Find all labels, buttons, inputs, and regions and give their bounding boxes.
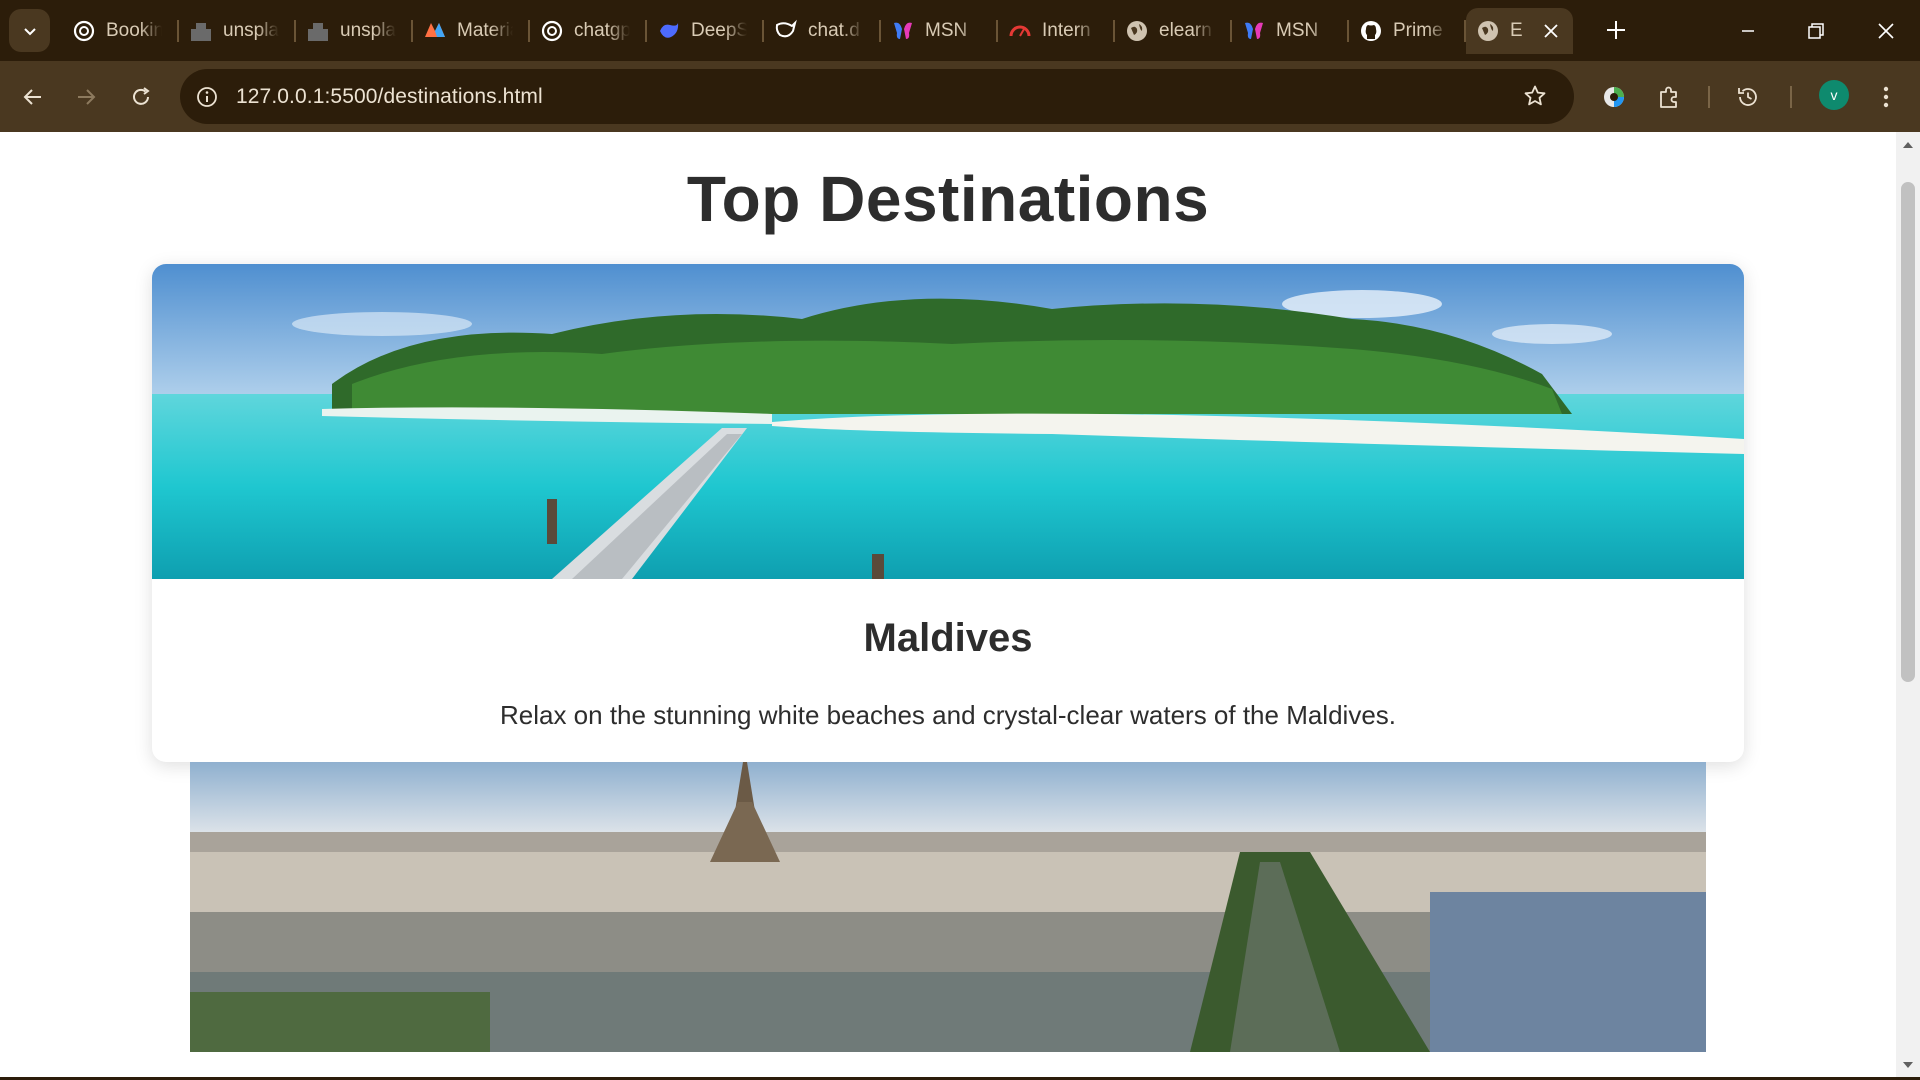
minimize-button[interactable]	[1714, 0, 1782, 61]
msn-icon	[891, 19, 915, 43]
tab-2[interactable]: unsplash	[179, 8, 296, 54]
plus-icon	[1607, 21, 1625, 39]
close-icon	[1878, 22, 1894, 39]
tab-title: chat.d	[808, 20, 860, 41]
tab-title: Prime	[1393, 20, 1443, 41]
scroll-down-arrow-icon[interactable]	[1896, 1054, 1920, 1078]
address-bar[interactable]: 127.0.0.1:5500/destinations.html	[180, 69, 1574, 124]
github-icon	[1359, 19, 1383, 43]
unsplash-icon	[189, 19, 213, 43]
page-title: Top Destinations	[686, 163, 1210, 235]
tab-3[interactable]: unsplash	[296, 8, 413, 54]
destination-description: Relax on the stunning white beaches and …	[499, 700, 1397, 730]
tab-title: MSN	[1276, 20, 1319, 41]
toolbar-divider	[1790, 86, 1792, 108]
arrow-right-icon	[78, 89, 96, 105]
reload-icon	[133, 87, 150, 105]
globe-icon	[1125, 19, 1149, 43]
tab-list: Booking unsplash unsplash Material chatgpt De…	[62, 8, 1573, 54]
tab-7[interactable]: chat.d	[764, 8, 881, 54]
page-scrollbar[interactable]	[1896, 132, 1920, 1078]
tab-title: chatgpt	[574, 20, 630, 41]
tab-title: DeepSeek	[691, 20, 747, 41]
tab-title: unsplash	[223, 20, 279, 41]
browser-tabstrip: Booking unsplash unsplash Material chatgpt De…	[0, 0, 1920, 61]
maldives-beach-image	[152, 264, 1744, 579]
extensions-puzzle-icon[interactable]	[1651, 79, 1687, 115]
destination-name: Maldives	[863, 616, 1033, 660]
paris-cityscape-image	[190, 762, 1706, 1052]
unsplash-icon	[306, 19, 330, 43]
reload-button[interactable]	[123, 79, 159, 115]
globe-icon	[1476, 19, 1500, 43]
tab-title: Booking	[106, 20, 162, 41]
tab-title: elearn	[1159, 20, 1212, 41]
history-icon[interactable]	[1730, 79, 1766, 115]
tab-title: E	[1510, 20, 1523, 41]
forward-button[interactable]	[68, 79, 104, 115]
chevron-down-icon	[23, 27, 36, 35]
tab-search-button[interactable]	[9, 9, 50, 52]
msn-icon	[1242, 19, 1266, 43]
tab-8[interactable]: MSN	[881, 8, 998, 54]
new-tab-button[interactable]	[1598, 12, 1634, 48]
site-info-icon[interactable]	[192, 82, 222, 112]
openai-icon	[72, 19, 96, 43]
scroll-up-arrow-icon[interactable]	[1896, 132, 1920, 156]
bookmark-star-icon[interactable]	[1520, 81, 1550, 111]
tab-title: unsplash	[340, 20, 396, 41]
restore-icon	[1808, 22, 1824, 39]
close-window-button[interactable]	[1852, 0, 1920, 61]
page-viewport: Top Destinations Maldives Relax on the s…	[0, 132, 1896, 1078]
tab-5[interactable]: chatgpt	[530, 8, 647, 54]
tab-9[interactable]: Intern	[998, 8, 1115, 54]
back-button[interactable]	[15, 79, 51, 115]
tab-1[interactable]: Booking	[62, 8, 179, 54]
destination-card: Maldives Relax on the stunning white bea…	[152, 264, 1744, 762]
menu-kebab-icon[interactable]	[1868, 79, 1904, 115]
tab-title: MSN	[925, 20, 968, 41]
gauge-icon	[1008, 19, 1032, 43]
arrow-left-icon	[23, 89, 41, 105]
tab-11[interactable]: MSN	[1232, 8, 1349, 54]
tab-12[interactable]: Prime	[1349, 8, 1466, 54]
tab-10[interactable]: elearn	[1115, 8, 1232, 54]
restore-button[interactable]	[1782, 0, 1850, 61]
tab-title: Material	[457, 20, 513, 41]
tab-4[interactable]: Material	[413, 8, 530, 54]
profile-avatar[interactable]: v	[1819, 80, 1849, 110]
scrollbar-thumb[interactable]	[1901, 182, 1915, 682]
minimize-icon	[1742, 29, 1754, 32]
extension-colorful-icon[interactable]	[1596, 79, 1632, 115]
url-text: 127.0.0.1:5500/destinations.html	[236, 84, 543, 108]
tab-active[interactable]: E	[1466, 8, 1573, 54]
tab-6[interactable]: DeepSeek	[647, 8, 764, 54]
browser-toolbar: 127.0.0.1:5500/destinations.html	[0, 61, 1920, 132]
toolbar-divider	[1708, 86, 1710, 108]
material-icon	[423, 19, 447, 43]
openai-icon	[540, 19, 564, 43]
close-tab-icon[interactable]	[1539, 19, 1563, 43]
deepseek-icon	[657, 19, 681, 43]
tab-title: Intern	[1042, 20, 1091, 41]
chat-icon	[774, 19, 798, 43]
